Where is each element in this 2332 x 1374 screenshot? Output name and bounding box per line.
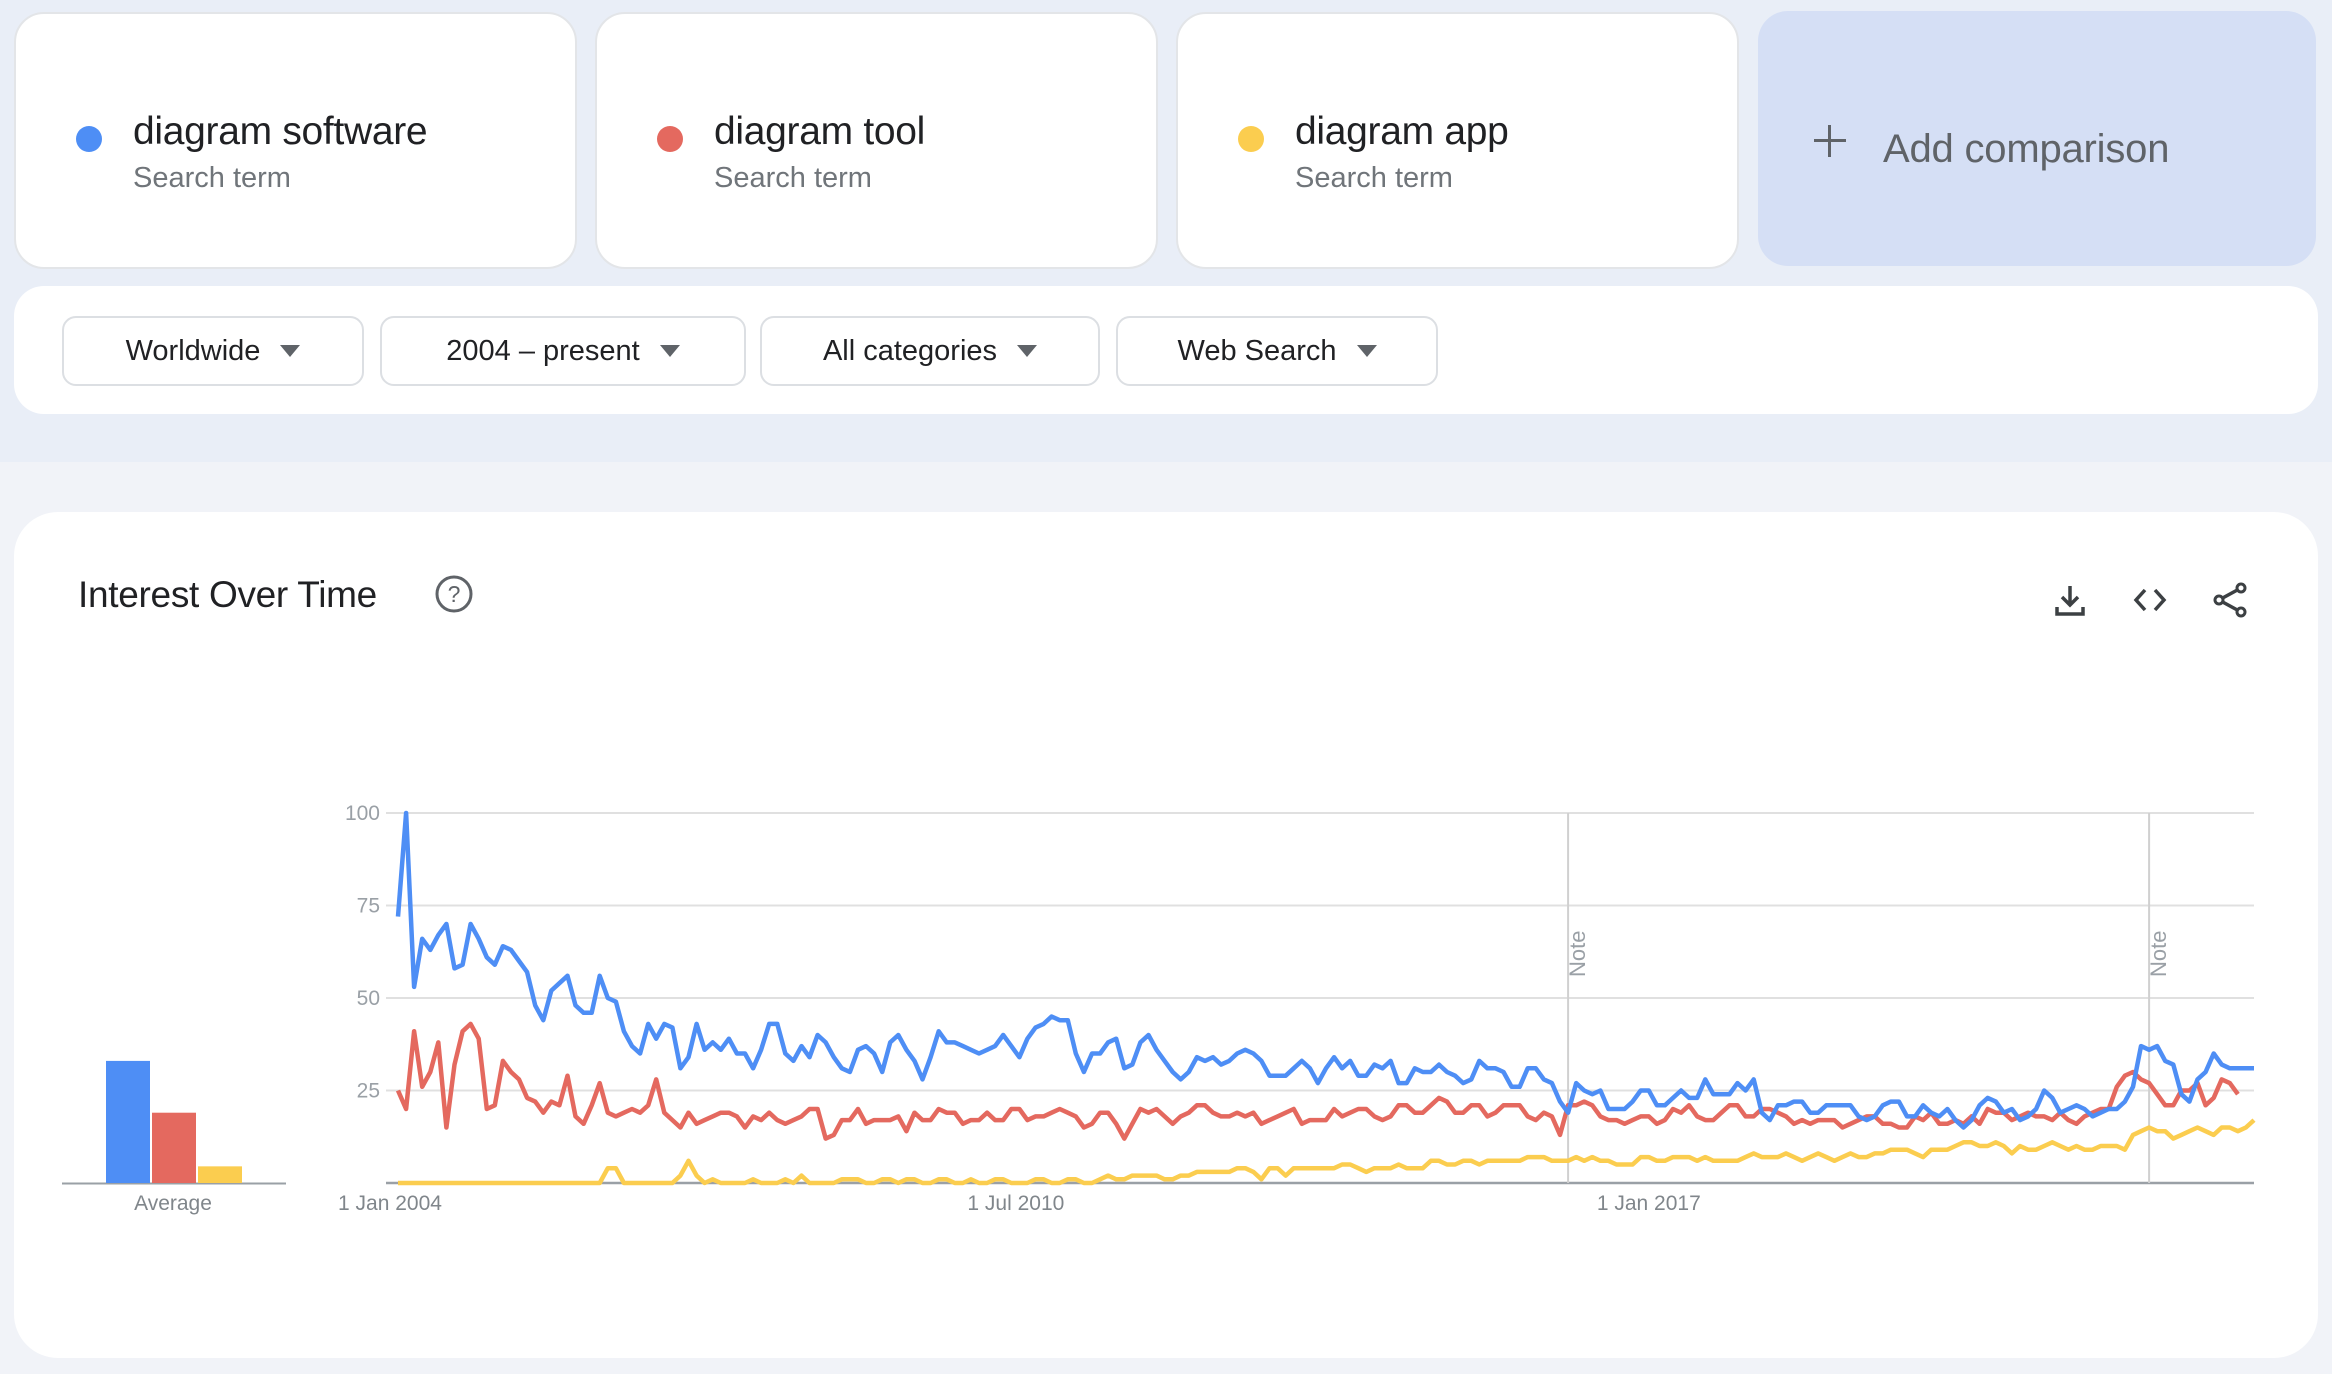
svg-text:?: ?: [448, 581, 461, 607]
dropdown-arrow-icon: [1017, 345, 1038, 357]
interest-over-time-card: Interest Over Time ? Average 100 75 50 25 N…: [14, 512, 2318, 1358]
series-color-dot: [1238, 126, 1264, 152]
add-comparison-label: Add comparison: [1883, 127, 2170, 171]
series-line-diagram-software[interactable]: [395, 810, 2254, 1130]
note-label[interactable]: Note: [1565, 931, 1590, 977]
term-label[interactable]: diagram app: [1295, 110, 1509, 154]
time-range-select[interactable]: 2004 – present: [380, 316, 746, 386]
share-icon[interactable]: [2210, 580, 2250, 620]
term-type: Search term: [714, 162, 872, 194]
term-label[interactable]: diagram tool: [714, 110, 925, 154]
average-bar-chart: [62, 1060, 286, 1185]
x-tick-label: 1 Jul 2010: [967, 1192, 1064, 1215]
time-range-value: 2004 – present: [446, 334, 640, 367]
average-bar: [198, 1166, 242, 1183]
region-select[interactable]: Worldwide: [62, 316, 364, 386]
series-color-dot: [657, 126, 683, 152]
term-label[interactable]: diagram software: [133, 110, 428, 154]
card-title: Interest Over Time: [78, 574, 377, 615]
series-line-diagram-tool[interactable]: [395, 1021, 2240, 1141]
x-tick-label: 1 Jan 2017: [1597, 1192, 1701, 1215]
search-type-value: Web Search: [1177, 334, 1337, 367]
y-tick-label: 75: [357, 895, 380, 918]
series-color-dot: [76, 126, 102, 152]
average-label: Average: [134, 1192, 212, 1215]
y-tick-label: 25: [357, 1080, 380, 1103]
search-type-select[interactable]: Web Search: [1116, 316, 1438, 386]
dropdown-arrow-icon: [1356, 345, 1377, 357]
average-bar: [152, 1112, 196, 1183]
category-select[interactable]: All categories: [760, 316, 1100, 386]
x-tick-label: 1 Jan 2004: [338, 1192, 442, 1215]
embed-code-icon[interactable]: [2130, 580, 2170, 620]
y-tick-label: 50: [357, 987, 380, 1010]
term-type: Search term: [1295, 162, 1453, 194]
y-tick-label: 100: [345, 802, 380, 825]
dropdown-arrow-icon: [280, 345, 301, 357]
term-type: Search term: [133, 162, 291, 194]
dropdown-arrow-icon: [659, 345, 680, 357]
help-circle-icon[interactable]: ?: [434, 574, 474, 614]
download-icon[interactable]: [2050, 580, 2090, 620]
plus-icon: [1814, 125, 1846, 157]
average-bar: [106, 1060, 150, 1183]
category-value: All categories: [822, 334, 998, 367]
term-card-0[interactable]: diagram software Search term: [14, 12, 577, 269]
series-line-diagram-app[interactable]: [398, 1118, 2256, 1186]
term-card-1[interactable]: diagram tool Search term: [595, 12, 1158, 269]
filter-bar: Worldwide 2004 – present All categories …: [14, 286, 2318, 414]
term-card-2[interactable]: diagram app Search term: [1176, 12, 1739, 269]
note-label[interactable]: Note: [2146, 931, 2171, 977]
add-comparison-button[interactable]: Add comparison: [1758, 11, 2316, 266]
region-value: Worldwide: [125, 334, 261, 367]
